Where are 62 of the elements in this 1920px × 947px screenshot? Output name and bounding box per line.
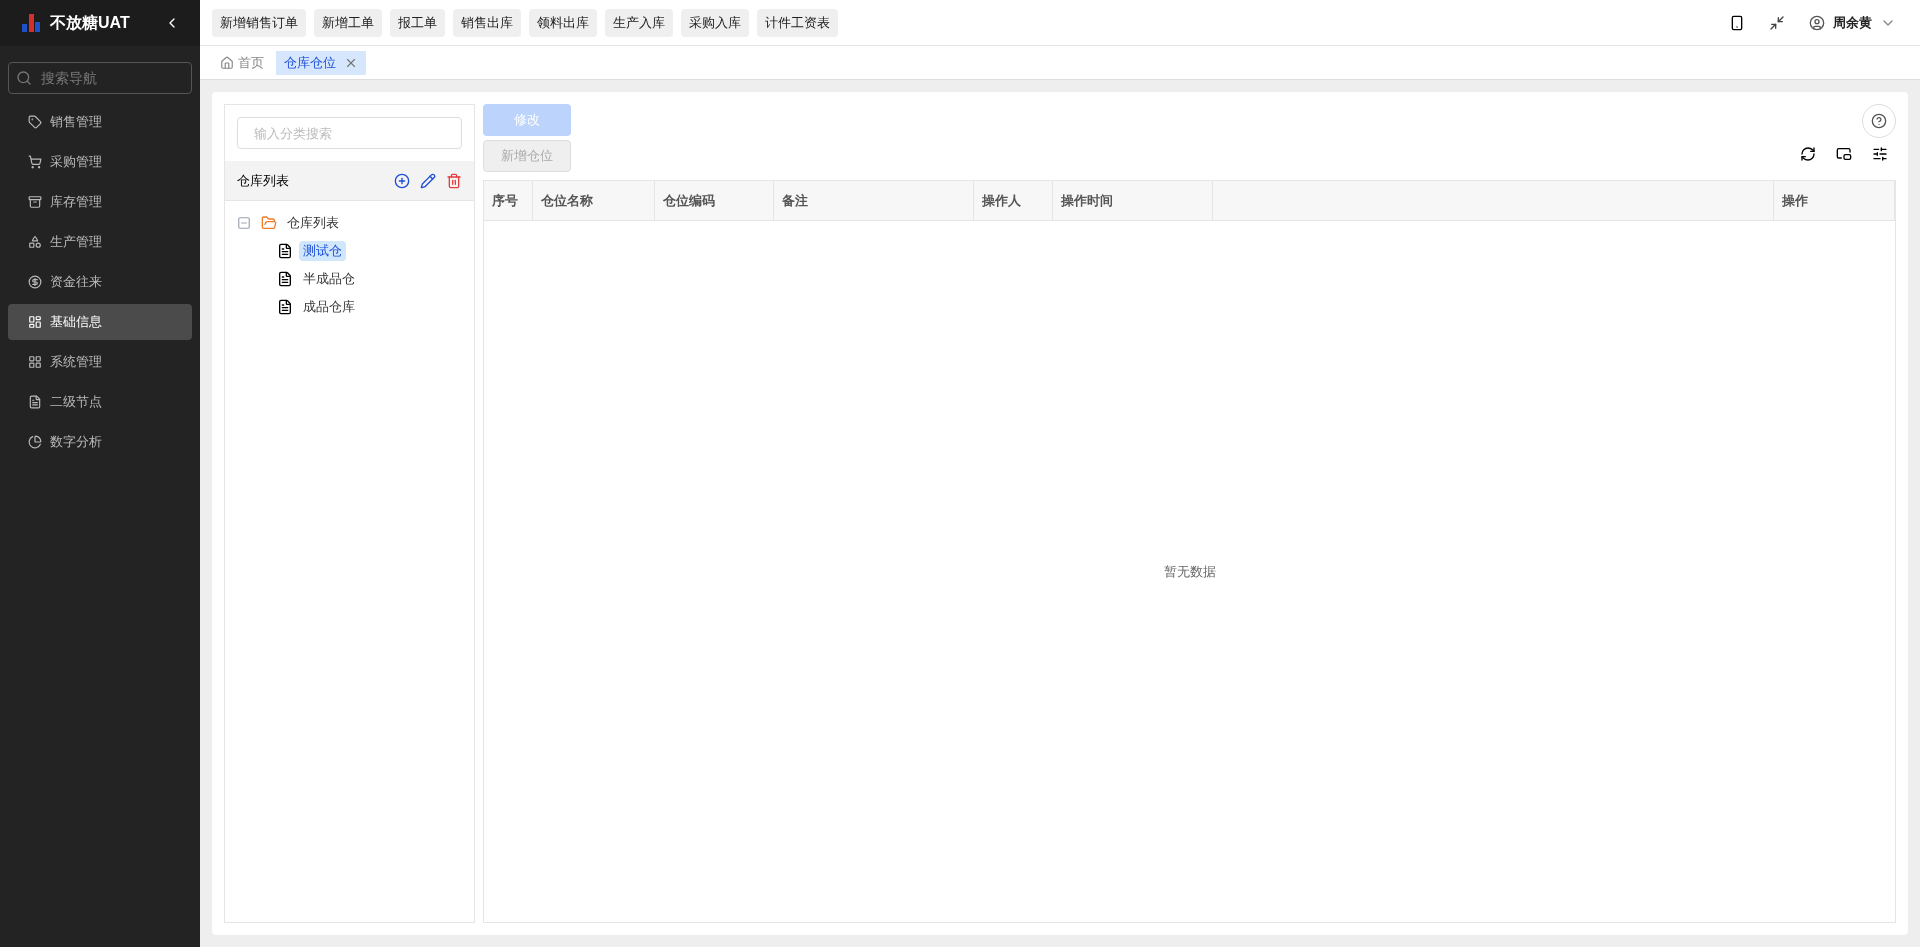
nav-item[interactable]: 二级节点 xyxy=(8,384,192,420)
nav-icon xyxy=(28,275,42,289)
quick-link-button[interactable]: 计件工资表 xyxy=(757,8,838,37)
logo-icon xyxy=(20,12,42,34)
column-header: 操作人 xyxy=(982,191,1021,210)
nav-icon xyxy=(28,195,42,209)
nav-item[interactable]: 基础信息 xyxy=(8,304,192,340)
column-header: 备注 xyxy=(782,191,808,210)
user-name[interactable]: 周余黄 xyxy=(1833,12,1872,33)
empty-message: 暂无数据 xyxy=(1163,562,1216,581)
fullscreen-icon[interactable] xyxy=(1769,14,1785,31)
edit-icon[interactable] xyxy=(420,172,436,189)
quick-link-button[interactable]: 领料出库 xyxy=(529,8,597,37)
nav-item[interactable]: 生产管理 xyxy=(8,224,192,260)
tree-item[interactable]: 成品仓库 xyxy=(299,297,359,317)
nav-icon xyxy=(28,355,42,369)
phone-icon[interactable] xyxy=(1729,14,1745,31)
page-tab[interactable]: 首页 xyxy=(212,50,272,75)
document-icon xyxy=(277,299,293,315)
delete-icon[interactable] xyxy=(446,172,462,189)
tree-item[interactable]: 半成品仓 xyxy=(299,269,359,289)
search-icon xyxy=(16,70,32,86)
refresh-icon[interactable] xyxy=(1800,146,1816,162)
quick-link-button[interactable]: 新增工单 xyxy=(314,8,382,37)
quick-link-button[interactable]: 生产入库 xyxy=(605,8,673,37)
layout-icon[interactable] xyxy=(1836,146,1852,162)
nav-item[interactable]: 库存管理 xyxy=(8,184,192,220)
page-tab[interactable]: 仓库仓位 xyxy=(276,50,366,75)
quick-link-button[interactable]: 销售出库 xyxy=(453,8,521,37)
quick-link-button[interactable]: 报工单 xyxy=(390,8,445,37)
panel-title: 仓库列表 xyxy=(237,171,289,190)
nav-icon xyxy=(28,155,42,169)
app-name: 不放糖UAT xyxy=(50,13,130,33)
quick-link-button[interactable]: 采购入库 xyxy=(681,8,749,37)
column-header: 仓位编码 xyxy=(663,191,715,210)
quick-link-button[interactable]: 新增销售订单 xyxy=(212,8,306,37)
nav-icon xyxy=(28,435,42,449)
nav-icon xyxy=(28,235,42,249)
tree-item[interactable]: 测试仓 xyxy=(299,241,346,261)
folder-icon xyxy=(261,215,277,231)
tree-item[interactable]: 仓库列表 xyxy=(283,213,343,233)
add-icon[interactable] xyxy=(394,172,410,189)
settings-icon[interactable] xyxy=(1872,146,1888,162)
column-header: 仓位名称 xyxy=(541,191,593,210)
nav-item[interactable]: 资金往来 xyxy=(8,264,192,300)
help-icon xyxy=(1871,113,1887,129)
document-icon xyxy=(277,271,293,287)
nav-item[interactable]: 采购管理 xyxy=(8,144,192,180)
user-icon xyxy=(1809,14,1825,31)
nav-item[interactable]: 系统管理 xyxy=(8,344,192,380)
column-header: 序号 xyxy=(492,191,518,210)
nav-icon xyxy=(28,315,42,329)
nav-icon xyxy=(28,115,42,129)
nav-icon xyxy=(28,395,42,409)
column-header: 操作 xyxy=(1782,191,1808,210)
category-search-field[interactable]: 输入分类搜索 xyxy=(237,117,462,149)
document-icon xyxy=(277,243,293,259)
home-icon xyxy=(220,55,234,70)
nav-item[interactable]: 销售管理 xyxy=(8,104,192,140)
column-header: 操作时间 xyxy=(1061,191,1113,210)
nav-search-field[interactable]: 搜索导航 xyxy=(8,62,192,94)
nav-item[interactable]: 数字分析 xyxy=(8,424,192,460)
